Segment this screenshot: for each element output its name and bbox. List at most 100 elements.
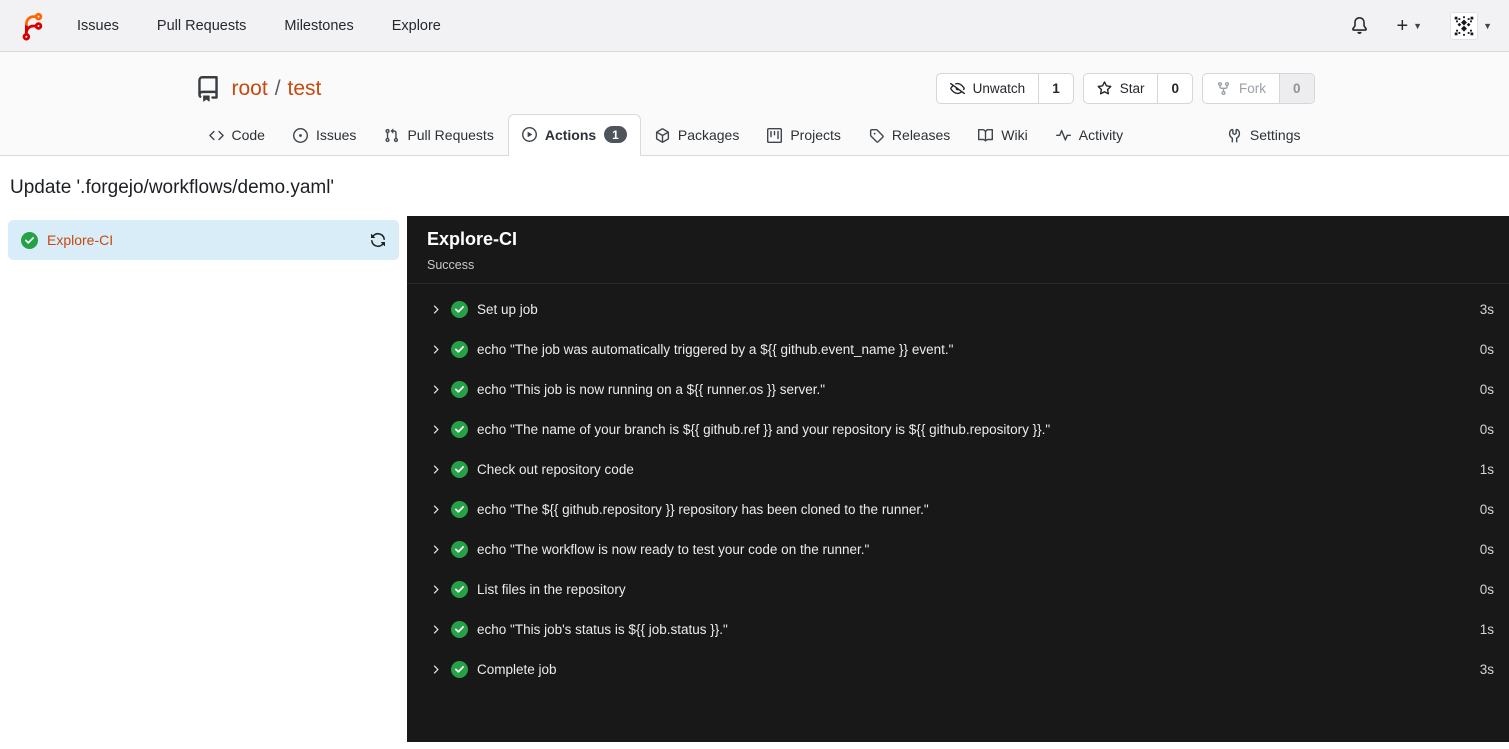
repo-separator: / <box>274 76 281 100</box>
eye-closed-icon <box>949 82 965 95</box>
step-row[interactable]: List files in the repository 0s <box>407 569 1509 609</box>
book-icon <box>978 128 994 142</box>
job-name: Explore-CI <box>47 232 114 248</box>
avatar <box>1450 11 1479 40</box>
tab-label: Code <box>231 127 265 143</box>
step-row[interactable]: echo "The job was automatically triggere… <box>407 329 1509 369</box>
success-check-icon <box>451 460 468 478</box>
success-check-icon <box>451 620 468 638</box>
star-icon <box>1097 81 1112 95</box>
rerun-job-icon[interactable] <box>370 232 386 248</box>
workflow-run-view: Explore-CI Explore-CI Success Set up job… <box>0 216 1509 742</box>
step-name: Check out repository code <box>477 461 634 477</box>
job-item-explore-ci[interactable]: Explore-CI <box>8 220 399 260</box>
log-header: Explore-CI Success <box>407 216 1509 284</box>
notifications-bell-icon[interactable] <box>1351 17 1368 34</box>
user-menu-button[interactable]: ▼ <box>1450 11 1492 40</box>
repo-icon <box>195 75 221 102</box>
chevron-right-icon <box>433 464 439 474</box>
chevron-right-icon <box>433 584 439 594</box>
repo-owner-link[interactable]: root <box>232 77 268 101</box>
step-row[interactable]: Complete job 3s <box>407 649 1509 689</box>
top-navbar: Issues Pull Requests Milestones Explore … <box>0 0 1509 52</box>
step-name: echo "This job is now running on a ${{ r… <box>477 381 826 397</box>
step-row[interactable]: echo "The ${{ github.repository }} repos… <box>407 489 1509 529</box>
step-name: echo "The workflow is now ready to test … <box>477 541 870 557</box>
success-check-icon <box>451 340 468 358</box>
step-row[interactable]: echo "This job is now running on a ${{ r… <box>407 369 1509 409</box>
fork-button[interactable]: Fork <box>1203 74 1279 103</box>
star-label: Star <box>1119 81 1145 96</box>
tab-wiki[interactable]: Wiki <box>964 115 1041 155</box>
watchers-count[interactable]: 1 <box>1038 74 1073 103</box>
main-nav: Issues Pull Requests Milestones Explore <box>77 18 441 34</box>
actions-count-badge: 1 <box>604 126 627 143</box>
chevron-right-icon <box>433 504 439 514</box>
step-name: Complete job <box>477 661 557 677</box>
star-button[interactable]: Star <box>1084 74 1158 103</box>
repo-header: root / test Unwatch 1 Star 0 Fork 0 Code… <box>0 52 1509 156</box>
step-duration: 3s <box>1479 301 1494 317</box>
tab-label: Settings <box>1249 127 1301 143</box>
tag-icon <box>869 128 884 143</box>
tab-label: Issues <box>315 127 357 143</box>
project-board-icon <box>767 127 783 143</box>
chevron-down-icon: ▼ <box>1483 20 1492 31</box>
tab-settings[interactable]: Settings <box>1213 115 1315 155</box>
git-pull-request-icon <box>385 128 399 142</box>
tools-icon <box>1228 128 1241 143</box>
tab-pull-requests[interactable]: Pull Requests <box>370 115 507 155</box>
step-duration: 3s <box>1479 661 1494 677</box>
step-row[interactable]: Check out repository code 1s <box>407 449 1509 489</box>
unwatch-button[interactable]: Unwatch <box>937 74 1039 103</box>
forgejo-logo-icon[interactable] <box>17 11 47 41</box>
success-check-icon <box>451 500 468 518</box>
play-circle-icon <box>521 127 537 142</box>
tab-issues[interactable]: Issues <box>279 115 370 155</box>
jobs-sidebar: Explore-CI <box>0 216 407 742</box>
tab-activity[interactable]: Activity <box>1042 115 1137 155</box>
tab-label: Wiki <box>1001 127 1028 143</box>
forks-count[interactable]: 0 <box>1278 74 1314 103</box>
issue-opened-icon <box>292 127 308 143</box>
nav-explore[interactable]: Explore <box>392 18 441 34</box>
chevron-right-icon <box>433 304 439 314</box>
nav-issues[interactable]: Issues <box>77 18 119 34</box>
tab-label: Projects <box>790 127 841 143</box>
step-name: echo "The ${{ github.repository }} repos… <box>477 501 929 517</box>
tab-label: Releases <box>891 127 951 143</box>
tab-releases[interactable]: Releases <box>855 115 964 155</box>
step-row[interactable]: echo "The name of your branch is ${{ git… <box>407 409 1509 449</box>
success-check-icon <box>451 660 468 678</box>
chevron-right-icon <box>433 344 439 354</box>
chevron-right-icon <box>433 664 439 674</box>
repo-name-link[interactable]: test <box>288 77 322 101</box>
tab-actions[interactable]: Actions 1 <box>507 114 641 156</box>
code-icon <box>208 130 224 140</box>
success-check-icon <box>451 580 468 598</box>
fork-label: Fork <box>1238 81 1266 96</box>
tab-label: Pull Requests <box>407 127 494 143</box>
step-row[interactable]: echo "This job's status is ${{ job.statu… <box>407 609 1509 649</box>
stars-count[interactable]: 0 <box>1157 74 1192 103</box>
step-name: Set up job <box>477 301 538 317</box>
tab-projects[interactable]: Projects <box>753 115 855 155</box>
step-name: echo "This job's status is ${{ job.statu… <box>477 621 728 637</box>
tab-code[interactable]: Code <box>195 115 279 155</box>
step-duration: 0s <box>1479 341 1494 357</box>
chevron-right-icon <box>433 384 439 394</box>
step-row[interactable]: Set up job 3s <box>407 289 1509 329</box>
unwatch-button-group: Unwatch 1 <box>935 73 1074 104</box>
job-status-text: Success <box>427 258 475 272</box>
step-row[interactable]: echo "The workflow is now ready to test … <box>407 529 1509 569</box>
step-name: List files in the repository <box>477 581 626 597</box>
step-name: echo "The name of your branch is ${{ git… <box>477 421 1051 437</box>
success-check-icon <box>451 300 468 318</box>
nav-milestones[interactable]: Milestones <box>284 18 353 34</box>
create-new-button[interactable]: + ▼ <box>1396 16 1422 36</box>
unwatch-label: Unwatch <box>972 81 1026 96</box>
nav-pull-requests[interactable]: Pull Requests <box>157 18 246 34</box>
tab-packages[interactable]: Packages <box>641 115 753 155</box>
plus-icon: + <box>1396 14 1409 37</box>
step-duration: 0s <box>1479 421 1494 437</box>
